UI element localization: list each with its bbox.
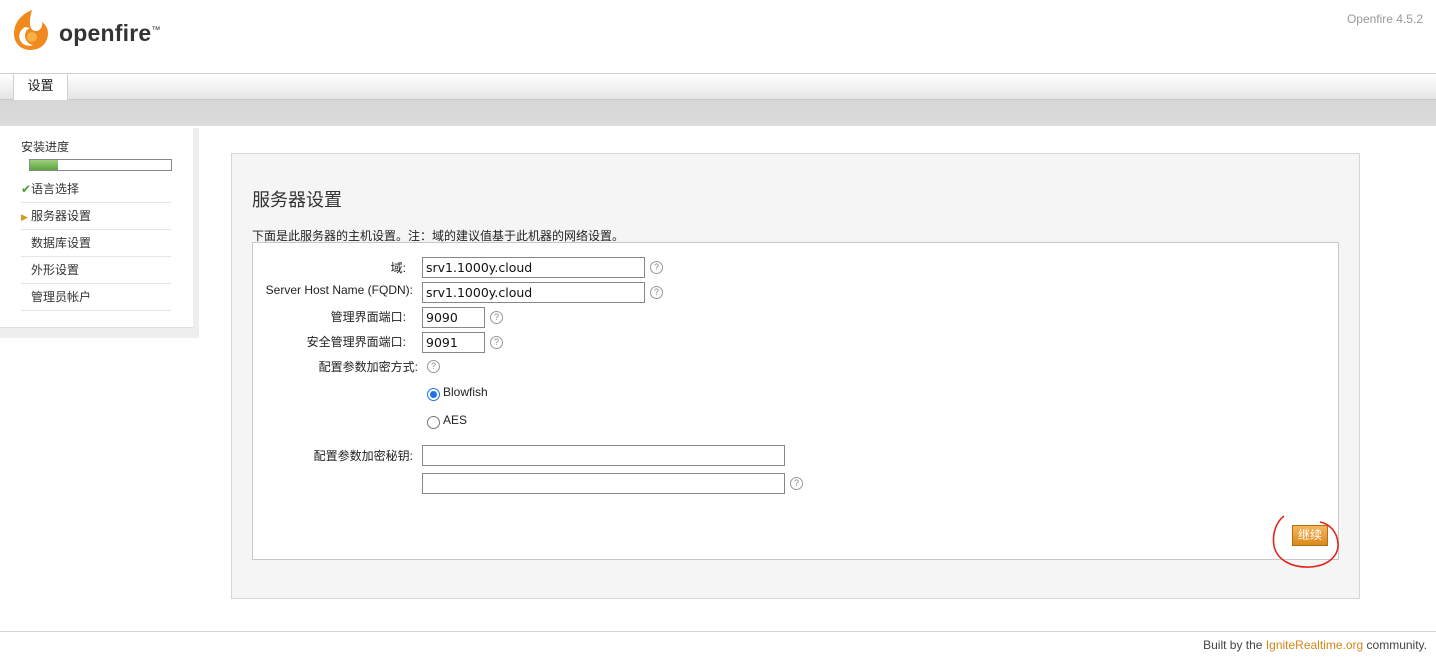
fqdn-input[interactable]: [422, 282, 645, 303]
sidebar: 安装进度 ✔语言选择 ▶ 服务器设置 数据库设置 外形设置 管理员帐户: [0, 128, 199, 338]
header: openfire™ Openfire 4.5.2: [0, 0, 1436, 74]
admin-port-label: 管理界面端口:: [330, 310, 406, 324]
ignite-realtime-link[interactable]: IgniteRealtime.org: [1266, 638, 1363, 652]
brand-name: openfire™: [59, 20, 161, 46]
tab-settings[interactable]: 设置: [13, 74, 68, 100]
secure-port-input[interactable]: [422, 332, 485, 353]
progress-title: 安装进度: [21, 140, 70, 154]
help-icon[interactable]: ?: [790, 477, 803, 490]
radio-aes-label: AES: [443, 413, 468, 427]
annotation-circle: [1272, 515, 1339, 568]
sidebar-item-server: ▶ 服务器设置: [21, 203, 171, 230]
domain-label: 域:: [390, 261, 406, 275]
secure-port-label: 安全管理界面端口:: [306, 335, 406, 349]
tab-bar: 设置: [0, 73, 1436, 100]
encryption-key-label: 配置参数加密秘钥:: [313, 449, 413, 463]
footer-credit: Built by the IgniteRealtime.org communit…: [1203, 638, 1427, 652]
radio-aes[interactable]: [427, 416, 440, 429]
check-icon: ✔: [21, 182, 32, 196]
sidebar-item-language: ✔语言选择: [21, 176, 171, 203]
radio-blowfish[interactable]: [427, 388, 440, 401]
encryption-label: 配置参数加密方式:: [318, 360, 418, 374]
page-title: 服务器设置: [252, 190, 342, 210]
sidebar-item-database: 数据库设置: [21, 230, 171, 257]
progress-bar-fill: [30, 160, 59, 170]
footer: Built by the IgniteRealtime.org communit…: [0, 631, 1436, 663]
sidebar-item-admin: 管理员帐户: [21, 284, 171, 311]
admin-port-input[interactable]: [422, 307, 485, 328]
sub-tab-bar: [0, 100, 1436, 126]
sidebar-item-appearance: 外形设置: [21, 257, 171, 284]
radio-blowfish-label: Blowfish: [443, 385, 488, 399]
progress-bar: [29, 159, 172, 171]
settings-form: [252, 242, 1339, 560]
setup-progress-panel: 安装进度 ✔语言选择 ▶ 服务器设置 数据库设置 外形设置 管理员帐户: [0, 128, 193, 328]
help-icon[interactable]: ?: [650, 261, 663, 274]
domain-input[interactable]: [422, 257, 645, 278]
version-label: Openfire 4.5.2: [1346, 12, 1423, 26]
fqdn-label: Server Host Name (FQDN):: [265, 283, 413, 297]
arrow-right-icon: ▶: [21, 212, 28, 222]
help-icon[interactable]: ?: [490, 311, 503, 324]
help-icon[interactable]: ?: [490, 336, 503, 349]
encryption-key-confirm-input[interactable]: [422, 473, 785, 494]
help-icon[interactable]: ?: [650, 286, 663, 299]
help-icon[interactable]: ?: [427, 360, 440, 373]
encryption-key-input[interactable]: [422, 445, 785, 466]
